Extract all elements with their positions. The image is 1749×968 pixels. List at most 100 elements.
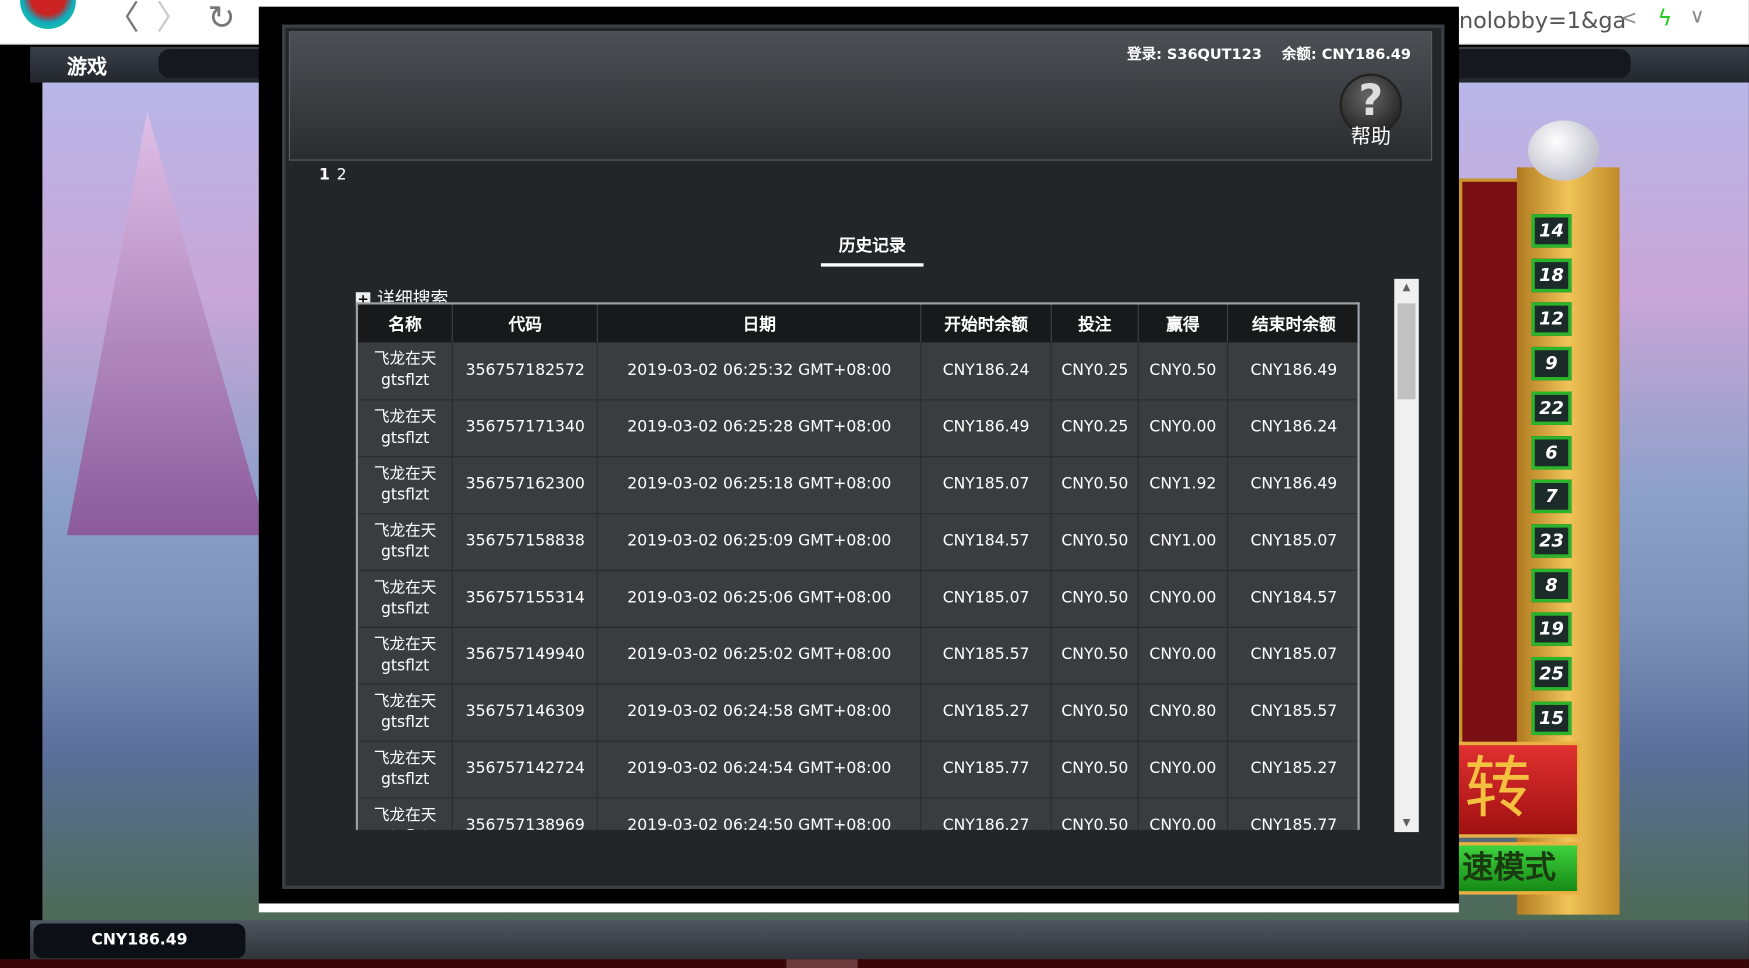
spin-button[interactable]: 转 <box>1450 741 1581 838</box>
table-cell: CNY0.00 <box>1138 399 1229 457</box>
table-cell: 飞龙在天 gtsflzt <box>358 569 454 628</box>
table-cell: CNY186.27 <box>920 797 1052 830</box>
table-row[interactable]: 飞龙在天 gtsflzt 356757158838 2019-03-02 06:25… <box>358 513 1358 571</box>
table-cell: CNY185.07 <box>1227 626 1358 685</box>
help-button[interactable]: ? 帮助 <box>1339 73 1403 148</box>
reel-number: 22 <box>1531 391 1572 425</box>
refresh-icon[interactable]: ↻ <box>207 0 235 38</box>
table-cell: 2019-03-02 06:25:32 GMT+08:00 <box>597 342 922 400</box>
login-id: 登录: S36QUT123 <box>1127 46 1262 64</box>
table-cell: 356757155314 <box>452 569 599 628</box>
table-cell: CNY186.24 <box>920 342 1052 400</box>
table-cell: CNY185.57 <box>1227 683 1358 742</box>
reel-number: 15 <box>1531 701 1572 735</box>
table-cell: CNY186.49 <box>920 399 1052 457</box>
table-cell: CNY185.07 <box>1227 513 1358 571</box>
table-cell: CNY185.27 <box>920 683 1052 742</box>
table-row[interactable]: 飞龙在天 gtsflzt 356757162300 2019-03-02 06:25… <box>358 456 1358 514</box>
table-cell: CNY0.50 <box>1051 626 1139 685</box>
pearl-icon <box>1528 120 1600 181</box>
page-1[interactable]: 1 <box>319 166 330 184</box>
table-cell: CNY0.50 <box>1051 513 1139 571</box>
question-icon: ? <box>1358 75 1384 125</box>
reel-number: 23 <box>1531 524 1572 558</box>
table-cell: 356757162300 <box>452 456 599 514</box>
table-cell: CNY0.50 <box>1051 740 1139 799</box>
table-cell: CNY0.50 <box>1051 569 1139 628</box>
modal-panel: 登录: S36QUT123 余额: CNY186.49 ? 帮助 12 历史记录 … <box>282 24 1445 889</box>
table-cell: 2019-03-02 06:24:54 GMT+08:00 <box>597 740 922 799</box>
table-cell: CNY185.77 <box>1227 797 1358 830</box>
table-row[interactable]: 飞龙在天 gtsflzt 356757142724 2019-03-02 06:24… <box>358 740 1358 799</box>
column-header: 投注 <box>1051 304 1139 343</box>
table-cell: CNY185.27 <box>1227 740 1358 799</box>
table-cell: CNY184.57 <box>1227 569 1358 628</box>
reel-number: 7 <box>1531 479 1572 514</box>
table-cell: 飞龙在天 gtsflzt <box>358 342 454 400</box>
bolt-icon[interactable]: ϟ <box>1657 4 1672 31</box>
table-cell: 356757149940 <box>452 626 599 685</box>
column-header: 开始时余额 <box>920 304 1052 343</box>
table-cell: CNY185.07 <box>920 456 1052 514</box>
table-scrollbar[interactable]: ▲ ▼ <box>1394 278 1419 833</box>
table-cell: 356757158838 <box>452 513 599 571</box>
balance-display: CNY186.49 <box>33 923 246 959</box>
column-header: 代码 <box>452 304 599 343</box>
back-icon[interactable]: 〈 <box>106 0 139 38</box>
table-cell: 356757171340 <box>452 399 599 457</box>
reel-panel <box>1458 178 1521 748</box>
share-icon[interactable]: < <box>1621 7 1638 30</box>
table-cell: CNY0.50 <box>1051 797 1139 830</box>
scroll-down-icon[interactable]: ▼ <box>1394 818 1419 829</box>
scrollbar-thumb[interactable] <box>1397 303 1416 400</box>
reel-number: 25 <box>1531 656 1572 691</box>
reel-number: 8 <box>1531 568 1572 602</box>
table-row[interactable]: 飞龙在天 gtsflzt 356757155314 2019-03-02 06:25… <box>358 569 1358 628</box>
reel-number: 12 <box>1531 302 1572 337</box>
table-cell: CNY0.00 <box>1138 569 1229 628</box>
table-cell: CNY185.77 <box>920 740 1052 799</box>
browser-logo-icon[interactable] <box>20 0 76 30</box>
table-cell: 356757142724 <box>452 740 599 799</box>
table-cell: CNY0.50 <box>1051 456 1139 514</box>
table-row[interactable]: 飞龙在天 gtsflzt 356757146309 2019-03-02 06:24… <box>358 683 1358 742</box>
address-bar[interactable]: nolobby=1&ga <box>1459 7 1626 34</box>
table-cell: 2019-03-02 06:25:02 GMT+08:00 <box>597 626 922 685</box>
table-cell: CNY0.80 <box>1138 683 1229 742</box>
tab-history[interactable]: 历史记录 <box>820 233 924 267</box>
table-cell: 356757146309 <box>452 683 599 742</box>
table-cell: CNY185.07 <box>920 569 1052 628</box>
table-cell: CNY185.57 <box>920 626 1052 685</box>
help-label: 帮助 <box>1350 124 1391 149</box>
table-cell: CNY0.50 <box>1138 342 1229 400</box>
scroll-up-icon[interactable]: ▲ <box>1394 282 1419 293</box>
reel-number: 14 <box>1531 214 1572 248</box>
table-row[interactable]: 飞龙在天 gtsflzt 356757171340 2019-03-02 06:25… <box>358 399 1358 457</box>
table-cell: 2019-03-02 06:24:50 GMT+08:00 <box>597 797 922 830</box>
screen: 〈 〉 ↻ nolobby=1&ga < ϟ ∨ 游戏 14 18 12 9 22 6 7 2… <box>0 0 1749 968</box>
table-cell: 飞龙在天 gtsflzt <box>358 740 454 799</box>
table-cell: 2019-03-02 06:25:06 GMT+08:00 <box>597 569 922 628</box>
table-cell: 飞龙在天 gtsflzt <box>358 683 454 742</box>
page-2[interactable]: 2 <box>337 166 347 184</box>
table-cell: 飞龙在天 gtsflzt <box>358 456 454 514</box>
turbo-mode-button[interactable]: 速模式 <box>1450 842 1581 895</box>
game-menu[interactable]: 游戏 <box>67 51 107 80</box>
table-row[interactable]: 飞龙在天 gtsflzt3567571389692019-03-02 06:24… <box>358 797 1358 830</box>
reel-number: 18 <box>1531 258 1572 292</box>
table-cell: 356757182572 <box>452 342 599 400</box>
table-cell: CNY184.57 <box>920 513 1052 571</box>
table-row[interactable]: 飞龙在天 gtsflzt 356757149940 2019-03-02 06:25… <box>358 626 1358 685</box>
table-cell: 2019-03-02 06:24:58 GMT+08:00 <box>597 683 922 742</box>
table-cell: 2019-03-02 06:25:28 GMT+08:00 <box>597 399 922 457</box>
column-header: 名称 <box>358 304 454 343</box>
chevron-down-icon[interactable]: ∨ <box>1690 4 1705 27</box>
history-modal: 登录: S36QUT123 余额: CNY186.49 ? 帮助 12 历史记录 … <box>258 6 1459 913</box>
table-row[interactable]: 飞龙在天 gtsflzt 356757182572 2019-03-02 06:25… <box>358 342 1358 400</box>
reel-number: 6 <box>1531 435 1572 470</box>
table-cell: 飞龙在天 gtsflzt <box>358 797 454 830</box>
bottom-strip <box>0 959 1749 968</box>
table-cell: CNY186.24 <box>1227 399 1358 457</box>
table-cell: CNY186.49 <box>1227 456 1358 514</box>
forward-icon[interactable]: 〉 <box>156 0 189 38</box>
